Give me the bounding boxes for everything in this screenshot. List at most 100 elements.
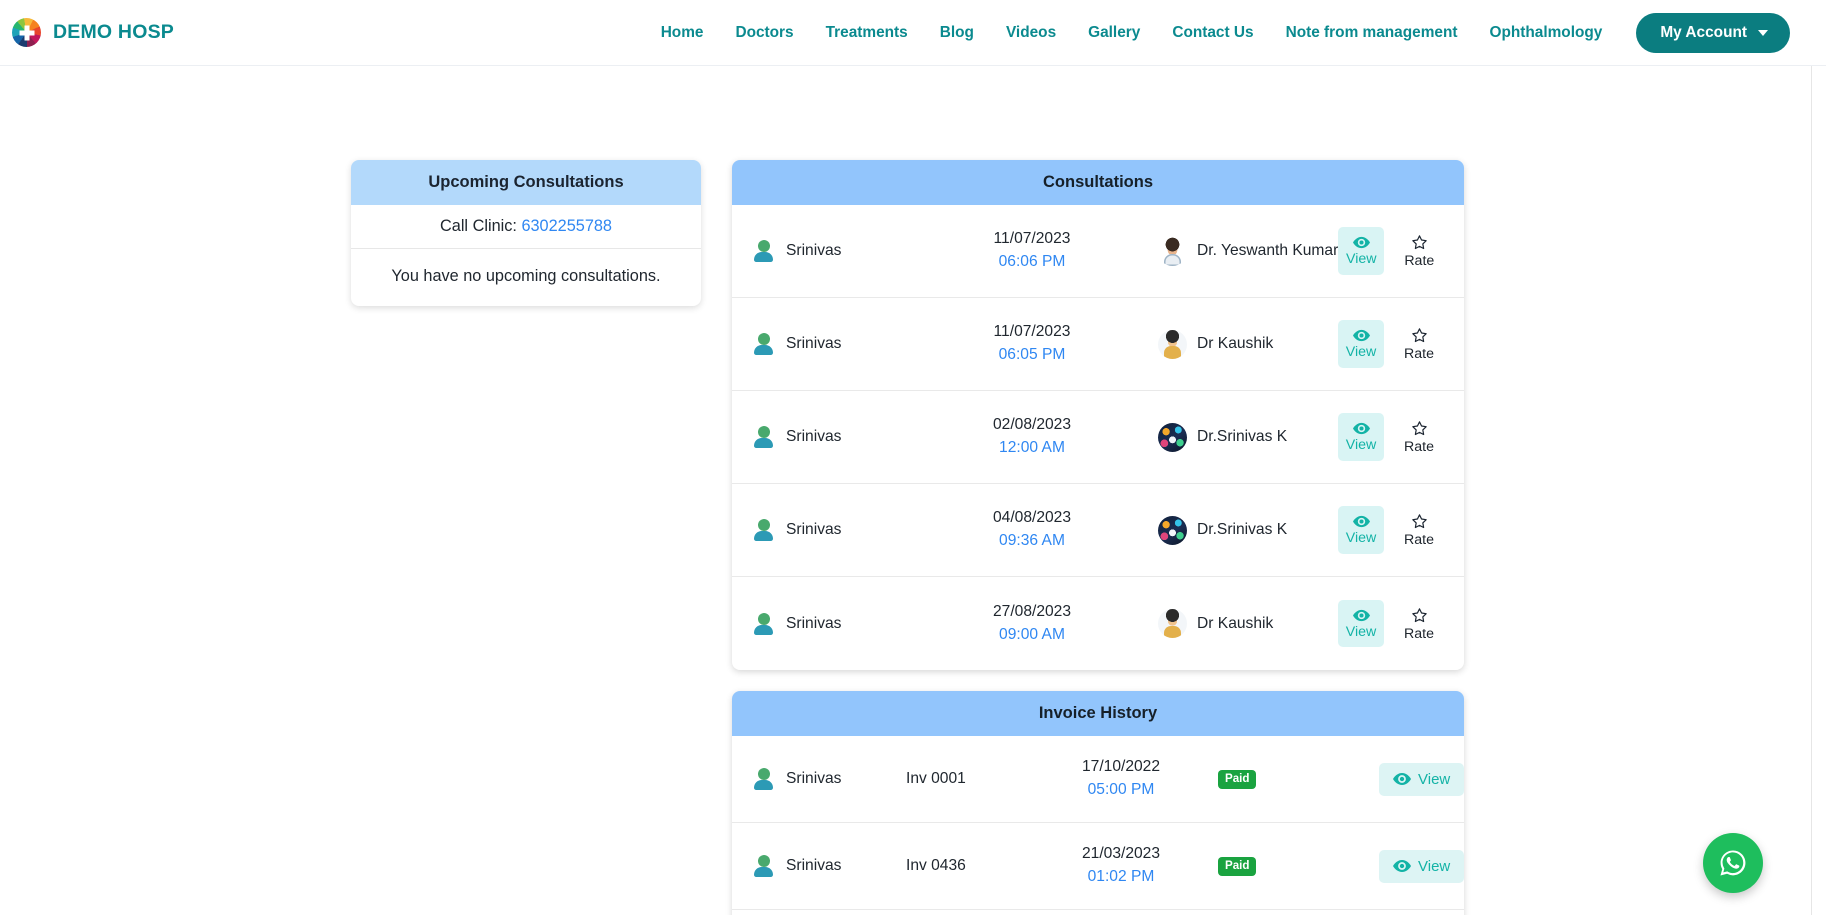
consultation-patient-cell: Srinivas — [754, 333, 944, 355]
invoice-time: 05:00 PM — [1087, 781, 1155, 798]
view-consultation-button[interactable]: View — [1338, 320, 1384, 368]
doctor-avatar — [1158, 422, 1187, 452]
brand[interactable]: DEMO HOSP — [12, 18, 174, 47]
patient-name: Srinivas — [786, 770, 842, 787]
rate-consultation-button[interactable]: Rate — [1396, 598, 1442, 649]
invoice-actions-cell: View — [1346, 849, 1464, 883]
consultation-row: Srinivas 04/08/2023 09:36 AM Dr.Srinivas K V… — [732, 484, 1464, 577]
doctor-avatar — [1158, 236, 1187, 266]
consultation-patient-cell: Srinivas — [754, 612, 944, 635]
consultations-list: Srinivas 11/07/2023 06:06 PM Dr. Yeswanth K… — [732, 205, 1464, 670]
consultation-row: Srinivas 11/07/2023 06:06 PM Dr. Yeswanth K… — [732, 205, 1464, 298]
consultation-doctor-cell: Dr.Srinivas K — [1120, 515, 1338, 545]
consultation-row: Srinivas 11/07/2023 06:05 PM Dr Kaushik View… — [732, 298, 1464, 391]
view-consultation-button[interactable]: View — [1338, 599, 1384, 648]
status-badge: Paid — [1218, 857, 1257, 876]
rate-consultation-button[interactable]: Rate — [1396, 504, 1442, 555]
my-account-button[interactable]: My Account — [1636, 12, 1790, 53]
consultation-doctor-cell: Dr. Yeswanth Kumar — [1120, 236, 1338, 266]
nav-link-note-from-management[interactable]: Note from management — [1270, 18, 1474, 48]
star-outline-icon — [1411, 421, 1427, 436]
consultation-date: 02/08/2023 — [992, 416, 1072, 434]
consultation-datetime-cell: 11/07/2023 06:05 PM — [944, 321, 1120, 366]
doctor-name: Dr Kaushik — [1197, 614, 1274, 632]
view-invoice-button[interactable]: View — [1379, 849, 1464, 883]
caret-down-icon — [1758, 29, 1768, 36]
invoice-list: Srinivas Inv 0001 17/10/2022 05:00 PM Paid Vi… — [732, 736, 1464, 915]
brand-name: DEMO HOSP — [53, 21, 174, 43]
consultation-date: 11/07/2023 — [993, 230, 1071, 248]
nav-links: Home Doctors Treatments Blog Videos Gall… — [645, 12, 1790, 53]
person-icon — [754, 519, 773, 541]
invoice-patient-cell: Srinivas — [754, 768, 906, 790]
invoice-patient-cell: Srinivas — [754, 855, 906, 877]
hospital-logo-icon — [12, 18, 41, 47]
invoice-date: 17/10/2022 — [1081, 758, 1161, 776]
eye-icon — [1352, 516, 1370, 528]
consultation-patient-cell: Srinivas — [754, 240, 944, 262]
consultation-doctor-cell: Dr Kaushik — [1120, 609, 1338, 638]
person-icon — [754, 426, 773, 448]
person-icon — [754, 612, 773, 635]
invoice-row: Srinivas Inv 0001 17/10/2022 05:00 PM Paid Vi… — [732, 736, 1464, 823]
consultation-time: 09:00 AM — [999, 625, 1065, 643]
invoice-status-cell: Paid — [1196, 769, 1346, 789]
eye-icon — [1352, 423, 1370, 435]
invoice-time: 01:02 PM — [1087, 868, 1155, 885]
view-consultation-button[interactable]: View — [1338, 506, 1384, 554]
rate-consultation-button[interactable]: Rate — [1396, 318, 1442, 369]
upcoming-consultations-card: Upcoming Consultations Call Clinic: 6302… — [351, 160, 701, 306]
status-badge: Paid — [1218, 770, 1257, 789]
invoice-number: Inv 0436 — [906, 857, 966, 874]
nav-link-gallery[interactable]: Gallery — [1072, 18, 1156, 48]
consultation-date: 11/07/2023 — [993, 323, 1071, 341]
clinic-phone-link[interactable]: 6302255788 — [521, 217, 612, 235]
nav-link-home[interactable]: Home — [645, 18, 720, 48]
consultation-date: 04/08/2023 — [992, 509, 1072, 527]
rate-consultation-button[interactable]: Rate — [1396, 411, 1442, 462]
view-consultation-button[interactable]: View — [1338, 227, 1385, 275]
nav-link-videos[interactable]: Videos — [990, 18, 1072, 48]
nav-link-ophthalmology[interactable]: Ophthalmology — [1473, 18, 1618, 48]
consultation-actions-cell: View Rate — [1338, 225, 1442, 276]
patient-name: Srinivas — [786, 242, 842, 259]
eye-icon — [1352, 330, 1370, 342]
nav-link-treatments[interactable]: Treatments — [810, 18, 924, 48]
star-outline-icon — [1411, 608, 1427, 623]
consultation-patient-cell: Srinivas — [754, 426, 944, 448]
nav-link-contact-us[interactable]: Contact Us — [1156, 18, 1269, 48]
consultation-doctor-cell: Dr.Srinivas K — [1120, 422, 1338, 452]
whatsapp-chat-button[interactable] — [1703, 833, 1763, 893]
patient-name: Srinivas — [786, 521, 842, 538]
rate-consultation-button[interactable]: Rate — [1396, 225, 1442, 276]
consultation-datetime-cell: 27/08/2023 09:00 AM — [944, 601, 1120, 646]
doctor-name: Dr.Srinivas K — [1197, 521, 1288, 538]
doctor-avatar — [1158, 329, 1187, 359]
person-icon — [754, 333, 773, 355]
consultations-panel: Consultations Srinivas 11/07/2023 06:06 PM… — [732, 160, 1464, 670]
nav-link-doctors[interactable]: Doctors — [719, 18, 809, 48]
consultation-time: 12:00 AM — [999, 439, 1065, 456]
view-label: View — [1345, 437, 1377, 454]
view-label: View — [1346, 251, 1377, 268]
rate-label: Rate — [1404, 532, 1434, 549]
call-clinic-row: Call Clinic: 6302255788 — [351, 205, 701, 249]
consultations-title: Consultations — [732, 160, 1464, 205]
consultation-actions-cell: View Rate — [1338, 598, 1442, 649]
person-icon — [754, 855, 773, 877]
view-consultation-button[interactable]: View — [1338, 413, 1384, 461]
consultation-datetime-cell: 11/07/2023 06:06 PM — [944, 228, 1120, 273]
patient-name: Srinivas — [786, 614, 842, 632]
nav-link-blog[interactable]: Blog — [924, 18, 990, 48]
invoice-row: SrinivasInv 022426/12/202312:12 PMPaidVi… — [732, 910, 1464, 915]
star-outline-icon — [1411, 328, 1427, 343]
view-invoice-button[interactable]: View — [1379, 762, 1464, 796]
view-label: View — [1345, 344, 1377, 361]
page-right-divider — [1811, 66, 1812, 915]
invoice-datetime-cell: 21/03/2023 01:02 PM — [1046, 843, 1196, 888]
consultation-row: Srinivas 27/08/2023 09:00 AM Dr Kaushik View… — [732, 577, 1464, 670]
consultation-actions-cell: View Rate — [1338, 318, 1442, 369]
invoice-number: Inv 0001 — [906, 770, 966, 787]
eye-icon — [1352, 609, 1370, 622]
consultation-actions-cell: View Rate — [1338, 411, 1442, 462]
